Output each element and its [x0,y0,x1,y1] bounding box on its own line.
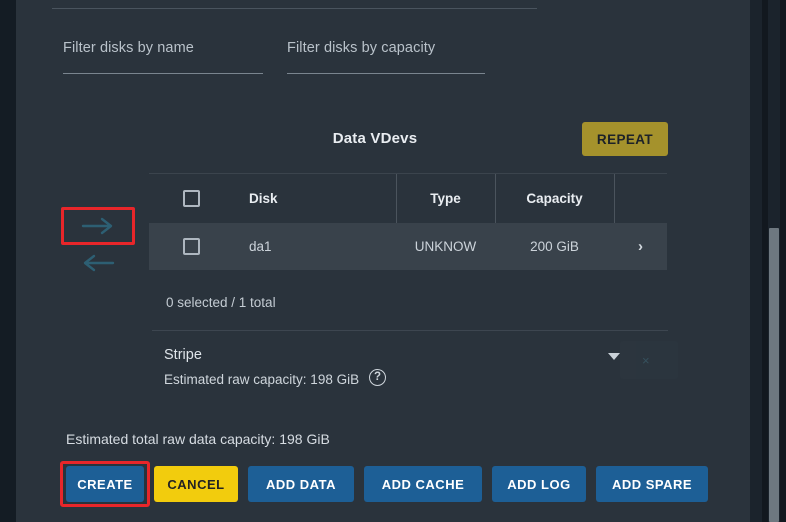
panel-right-edge [750,0,762,522]
table-header-row: Disk Type Capacity [149,173,667,223]
move-disks-right-button[interactable] [66,211,130,241]
chevron-right-icon: › [638,238,643,255]
header-select-all-cell[interactable] [149,174,234,223]
disks-table: Disk Type Capacity da1 UNKNOW 200 GiB › [149,173,667,270]
section-divider [152,330,668,331]
row-expand-cell[interactable]: › [614,223,667,270]
cancel-button[interactable]: CANCEL [154,466,238,502]
create-button[interactable]: CREATE [66,466,144,502]
move-disks-left-button[interactable] [66,248,130,278]
select-all-checkbox[interactable] [183,190,200,207]
left-gutter [0,0,16,522]
row-disk-name: da1 [249,239,272,254]
add-spare-button[interactable]: ADD SPARE [596,466,708,502]
pool-manager-panel: Filter disks by name Filter disks by cap… [16,0,750,522]
header-disk[interactable]: Disk [234,174,396,223]
help-icon[interactable]: ? [369,369,386,386]
estimated-total-capacity-text: Estimated total raw data capacity: 198 G… [66,431,330,447]
clipped-field-divider [52,8,537,9]
row-disk-type: UNKNOW [414,239,477,254]
chevron-down-icon [608,353,620,360]
filter-capacity-underline [287,73,485,74]
faded-background-button: × [620,341,678,379]
arrow-right-icon [81,217,113,235]
arrow-left-icon [83,254,115,272]
screen-root: Filter disks by name Filter disks by cap… [0,0,786,522]
vertical-scrollbar-thumb[interactable] [769,228,779,522]
header-capacity[interactable]: Capacity [495,174,614,223]
add-log-button[interactable]: ADD LOG [492,466,586,502]
header-spacer [614,174,667,223]
row-select-checkbox[interactable] [183,238,200,255]
repeat-button[interactable]: REPEAT [582,122,668,156]
data-vdevs-title: Data VDevs [332,130,418,147]
filter-disks-by-capacity-label: Filter disks by capacity [287,40,436,56]
filter-name-underline [63,73,263,74]
add-cache-button[interactable]: ADD CACHE [364,466,482,502]
header-type[interactable]: Type [396,174,495,223]
vdev-layout-select[interactable]: Stripe [164,346,620,368]
estimated-raw-capacity-text: Estimated raw capacity: 198 GiB [164,372,360,387]
table-row[interactable]: da1 UNKNOW 200 GiB › [149,223,667,270]
add-data-button[interactable]: ADD DATA [248,466,354,502]
filter-disks-by-name-label: Filter disks by name [63,40,194,56]
selection-summary: 0 selected / 1 total [166,295,276,310]
faded-button-glyph: × [642,353,650,368]
vdev-layout-value: Stripe [164,347,202,363]
row-select-cell[interactable] [149,223,234,270]
filter-disks-by-capacity-input[interactable]: Filter disks by capacity [287,40,485,74]
filter-disks-by-name-input[interactable]: Filter disks by name [63,40,263,74]
row-disk-capacity: 200 GiB [530,239,579,254]
